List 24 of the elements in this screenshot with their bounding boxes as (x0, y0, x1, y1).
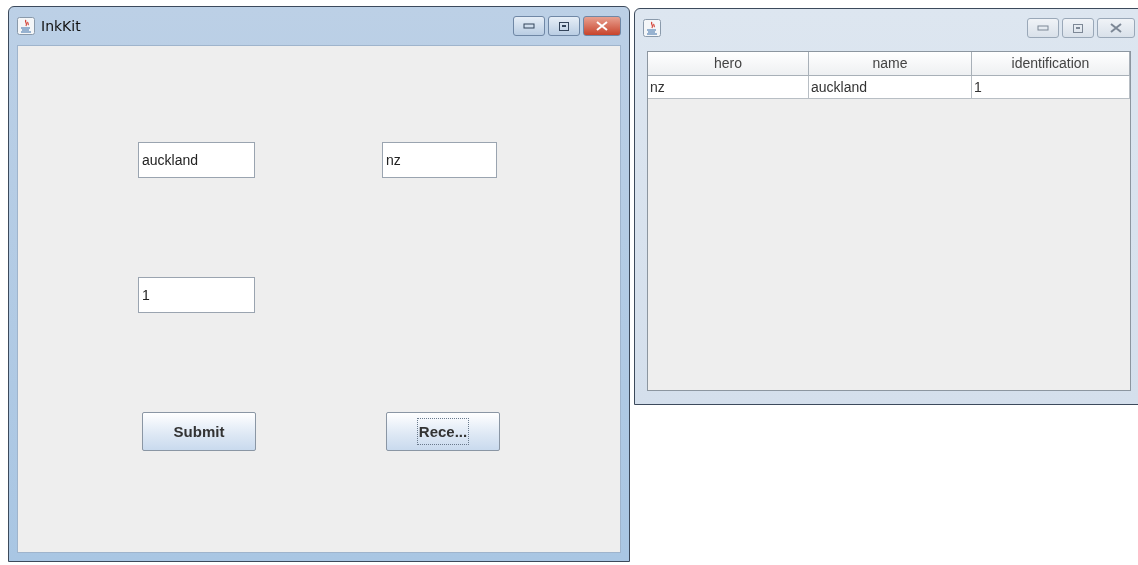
minimize-icon (1037, 25, 1049, 31)
close-button[interactable] (583, 16, 621, 36)
table-cell: nz (648, 76, 809, 99)
input-field[interactable]: 1 (138, 277, 255, 313)
input-field[interactable]: nz (382, 142, 497, 178)
maximize-icon (559, 21, 569, 31)
close-icon (1110, 23, 1122, 33)
input-field[interactable]: auckland (138, 142, 255, 178)
maximize-icon (1073, 23, 1083, 33)
app-icon (17, 17, 35, 35)
column-header[interactable]: name (809, 52, 972, 76)
minimize-icon (523, 23, 535, 29)
maximize-button[interactable] (548, 16, 580, 36)
close-button[interactable] (1097, 18, 1135, 38)
app-icon (643, 19, 661, 37)
table-cell: 1 (972, 76, 1130, 99)
column-header[interactable]: identification (972, 52, 1130, 76)
action-button[interactable]: Rece... (386, 412, 500, 451)
minimize-button[interactable] (1027, 18, 1059, 38)
close-icon (596, 21, 608, 31)
column-header[interactable]: hero (648, 52, 809, 76)
window-title: InkKit (41, 18, 81, 34)
table-cell: auckland (809, 76, 972, 99)
action-button[interactable]: Submit (142, 412, 256, 451)
